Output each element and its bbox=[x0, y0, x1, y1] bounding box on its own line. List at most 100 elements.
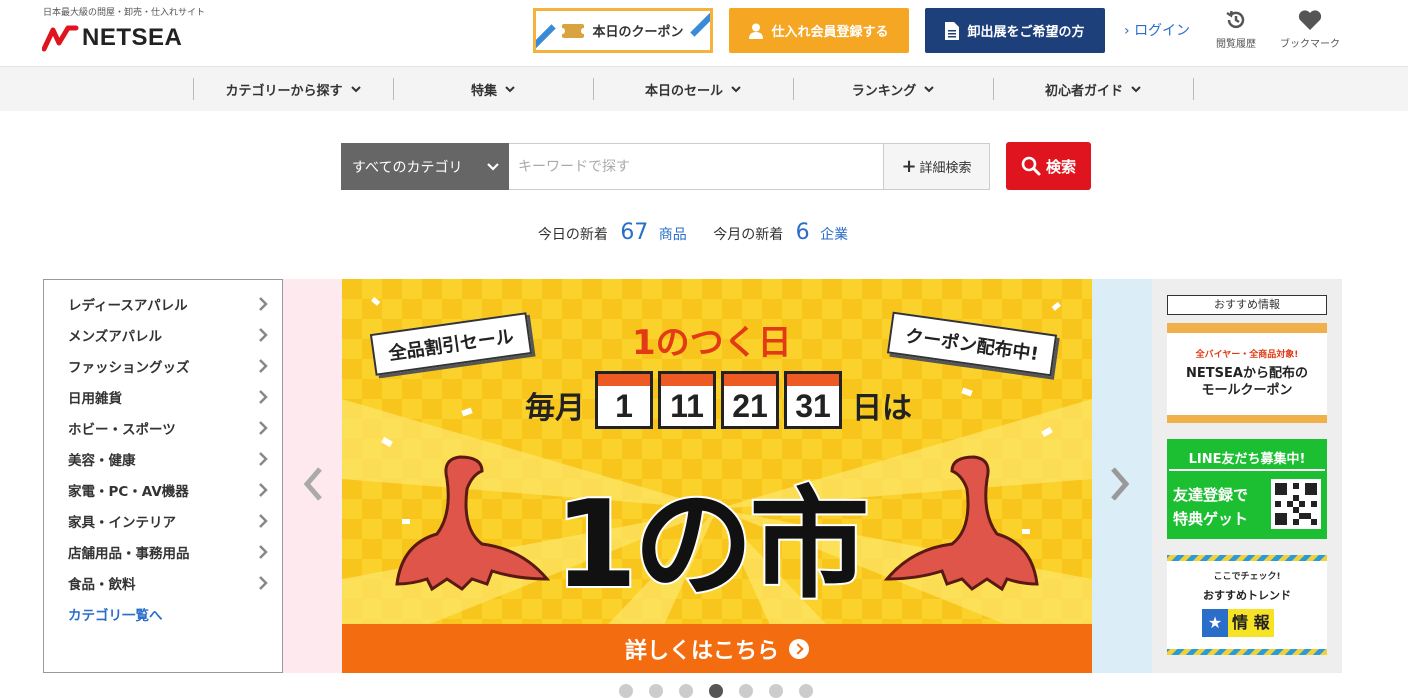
banner-day-suffix: 日は bbox=[852, 391, 912, 426]
category-label: ファッショングッズ bbox=[68, 360, 190, 376]
calendar-day-icon: 31 bbox=[784, 371, 842, 429]
logo-text: NETSEA bbox=[82, 24, 183, 51]
nav-label: 特集 bbox=[470, 83, 497, 99]
category-item[interactable]: メンズアパレル bbox=[68, 325, 268, 347]
category-label: 美容・健康 bbox=[68, 453, 136, 469]
login-label: ログイン bbox=[1134, 23, 1191, 39]
category-item[interactable]: ファッショングッズ bbox=[68, 356, 268, 378]
category-item[interactable]: 日用雑貨 bbox=[68, 387, 268, 409]
nav-label: カテゴリーから探す bbox=[225, 83, 343, 99]
bookmark-button[interactable]: ブックマーク bbox=[1275, 8, 1345, 50]
advanced-search-button[interactable]: + 詳細検索 bbox=[883, 143, 990, 190]
carousel-dot[interactable] bbox=[619, 684, 633, 698]
register-button[interactable]: 仕入れ会員登録する bbox=[729, 8, 909, 53]
chevron-right-icon bbox=[259, 483, 268, 497]
history-button[interactable]: 閲覧履歴 bbox=[1201, 8, 1271, 50]
advanced-search-label: 詳細検索 bbox=[919, 161, 972, 176]
search-button[interactable]: 検索 bbox=[1006, 142, 1091, 190]
carousel-dot-active[interactable] bbox=[709, 684, 723, 698]
nav-item-sale[interactable]: 本日のセール bbox=[593, 78, 793, 100]
calendar-day: 11 bbox=[670, 388, 704, 424]
nav-item-features[interactable]: 特集 bbox=[393, 78, 593, 100]
carousel-dot[interactable] bbox=[679, 684, 693, 698]
netsea-logo[interactable]: NETSEA bbox=[42, 24, 182, 52]
line-friend-card[interactable]: LINE友だち募集中! 友達登録で 特典ゲット bbox=[1167, 439, 1327, 539]
carousel-next-arrow[interactable] bbox=[1109, 466, 1131, 502]
category-item[interactable]: ホビー・スポーツ bbox=[68, 418, 268, 440]
category-item[interactable]: レディースアパレル bbox=[68, 294, 268, 316]
category-item[interactable]: 美容・健康 bbox=[68, 449, 268, 471]
line-friend-line1: 友達登録で bbox=[1173, 486, 1249, 504]
chevron-down-icon bbox=[924, 86, 935, 93]
mall-coupon-card[interactable]: 全バイヤー・全商品対象! NETSEAから配布の モールクーポン bbox=[1167, 323, 1327, 423]
coupon-label: 本日のクーポン bbox=[592, 25, 684, 40]
wholesale-label: 卸出展をご希望の方 bbox=[967, 25, 1085, 40]
promo-banner[interactable]: 全品割引セール クーポン配布中! 1のつく日 毎月 1 11 21 31 日は … bbox=[342, 279, 1092, 673]
calendar-day: 1 bbox=[615, 388, 633, 424]
category-sidebar: レディースアパレル メンズアパレル ファッショングッズ 日用雑貨 ホビー・スポー… bbox=[43, 279, 283, 673]
carousel-dot[interactable] bbox=[649, 684, 663, 698]
today-new-count[interactable]: 67 bbox=[620, 220, 648, 245]
todays-coupon-button[interactable]: 本日のクーポン bbox=[533, 8, 713, 53]
login-link[interactable]: › ログイン bbox=[1124, 20, 1190, 40]
search-input[interactable] bbox=[509, 143, 884, 190]
trend-info-card[interactable]: ここでチェック! おすすめトレンド ★ 情 報 bbox=[1167, 555, 1327, 655]
nav-item-category[interactable]: カテゴリーから探す bbox=[193, 78, 393, 100]
arrow-circle-icon bbox=[789, 638, 809, 659]
trend-title: おすすめトレンド bbox=[1203, 589, 1291, 602]
nav-item-guide[interactable]: 初心者ガイド bbox=[993, 78, 1193, 100]
search-button-label: 検索 bbox=[1045, 157, 1076, 176]
chevron-down-icon bbox=[731, 86, 741, 93]
mall-coupon-line1: NETSEAから配布の bbox=[1186, 366, 1308, 381]
month-new-unit[interactable]: 企業 bbox=[820, 227, 848, 243]
history-icon bbox=[1226, 10, 1245, 29]
netsea-logo-icon bbox=[42, 25, 79, 52]
carousel-dot[interactable] bbox=[739, 684, 753, 698]
calendar-day-icon: 21 bbox=[721, 371, 779, 429]
card-stripe bbox=[1167, 649, 1327, 655]
bookmark-label: ブックマーク bbox=[1280, 39, 1340, 50]
trend-subtitle: ここでチェック! bbox=[1213, 572, 1281, 582]
today-new-label: 今日の新着 bbox=[537, 227, 608, 243]
banner-details-button[interactable]: 詳しくはこちら bbox=[342, 624, 1092, 673]
category-item[interactable]: 食品・飲料 bbox=[68, 573, 268, 595]
month-new-label: 今月の新着 bbox=[713, 227, 784, 243]
all-categories-link[interactable]: カテゴリ一覧へ bbox=[68, 604, 163, 624]
category-label: ホビー・スポーツ bbox=[68, 422, 176, 438]
category-item[interactable]: 家具・インテリア bbox=[68, 511, 268, 533]
card-stripe bbox=[1167, 555, 1327, 561]
nav-item-ranking[interactable]: ランキング bbox=[793, 78, 993, 100]
nav-divider bbox=[1193, 78, 1194, 100]
chevron-right-icon bbox=[259, 390, 268, 404]
trend-badge-label: 情 報 bbox=[1228, 609, 1274, 637]
category-item[interactable]: 家電・PC・AV機器 bbox=[68, 480, 268, 502]
nav-label: 本日のセール bbox=[644, 83, 723, 99]
search-category-label: すべてのカテゴリ bbox=[352, 159, 463, 176]
wholesale-exhibit-button[interactable]: 卸出展をご希望の方 bbox=[925, 8, 1105, 53]
carousel-dot[interactable] bbox=[799, 684, 813, 698]
main-nav: カテゴリーから探す 特集 本日のセール ランキング 初心者ガイド bbox=[0, 66, 1408, 111]
month-new-count[interactable]: 6 bbox=[796, 220, 810, 245]
carousel-dot[interactable] bbox=[769, 684, 783, 698]
chevron-right-icon bbox=[259, 421, 268, 435]
chevron-right-icon bbox=[259, 359, 268, 373]
search-category-select[interactable]: すべてのカテゴリ bbox=[341, 143, 509, 190]
chevron-right-icon bbox=[259, 452, 268, 466]
category-label: メンズアパレル bbox=[68, 329, 162, 345]
register-label: 仕入れ会員登録する bbox=[771, 25, 889, 40]
carousel-prev-arrow[interactable] bbox=[302, 466, 324, 502]
chevron-right-icon bbox=[259, 328, 268, 342]
chevron-down-icon bbox=[487, 163, 499, 171]
chevron-down-icon bbox=[1131, 86, 1141, 93]
category-item[interactable]: 店舗用品・事務用品 bbox=[68, 542, 268, 564]
nav-label: ランキング bbox=[851, 83, 917, 99]
search-icon bbox=[1021, 156, 1041, 176]
today-new-unit[interactable]: 商品 bbox=[659, 227, 687, 243]
category-label: 食品・飲料 bbox=[68, 577, 136, 593]
mall-coupon-title: NETSEAから配布の モールクーポン bbox=[1167, 365, 1327, 399]
history-label: 閲覧履歴 bbox=[1216, 39, 1256, 50]
category-label: レディースアパレル bbox=[68, 298, 188, 314]
carousel-pagination bbox=[619, 684, 829, 698]
chevron-right-icon bbox=[259, 576, 268, 590]
card-stripe bbox=[1167, 415, 1327, 423]
